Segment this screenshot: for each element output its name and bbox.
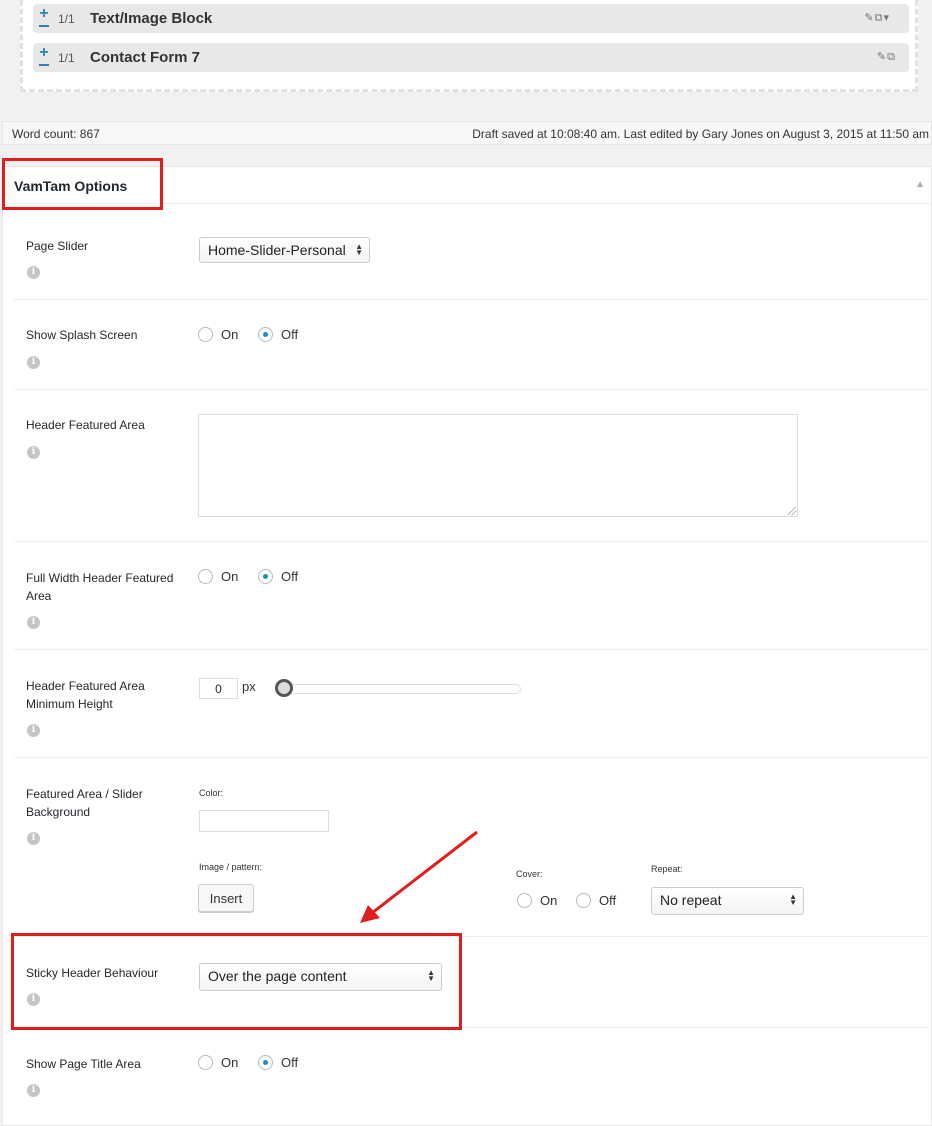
builder-block-text-image[interactable]: + 1/1 Text/Image Block ✎⧉▾ <box>33 4 909 33</box>
highlight-box-panel-title <box>2 158 163 210</box>
annotation-arrow-icon <box>360 830 478 923</box>
select-value: No repeat <box>660 892 722 908</box>
cover-off-radio[interactable] <box>576 893 591 908</box>
word-count-bar: Word count: 867 Draft saved at 10:08:40 … <box>2 121 932 145</box>
option-label: Show Splash Screen <box>26 328 138 342</box>
repeat-select[interactable]: No repeat ▲ ▼ <box>651 887 804 915</box>
block-action-icons[interactable]: ✎⧉▾ <box>864 11 890 25</box>
block-action-icons[interactable]: ✎⧉ <box>877 50 896 64</box>
highlight-box-sticky-header <box>11 933 462 1030</box>
unit-label: px <box>242 679 256 694</box>
info-icon[interactable]: i <box>27 266 40 279</box>
option-label: Featured Area / Slider Background <box>26 787 143 819</box>
cover-on-radio[interactable] <box>517 893 532 908</box>
block-title: Contact Form 7 <box>90 49 201 66</box>
expand-plus-icon[interactable]: + <box>38 6 50 29</box>
header-featured-area-textarea[interactable] <box>198 414 798 517</box>
builder-container: + 1/1 Text/Image Block ✎⧉▾ + 1/1 Contact… <box>20 0 918 92</box>
min-height-input[interactable]: 0 <box>199 678 238 699</box>
option-label: Page Slider <box>26 239 89 253</box>
insert-button[interactable]: Insert <box>198 884 254 912</box>
radio-label-on[interactable]: On <box>221 327 238 342</box>
option-row-min-height: Header Featured Area Minimum Height i 0 … <box>14 650 928 758</box>
color-label: Color: <box>199 788 224 798</box>
radio-label-on[interactable]: On <box>221 1055 238 1070</box>
image-pattern-label: Image / pattern: <box>199 862 263 872</box>
repeat-label: Repeat: <box>651 864 683 874</box>
info-icon[interactable]: i <box>27 832 40 845</box>
collapse-arrow-icon[interactable]: ▲ <box>915 179 925 190</box>
info-icon[interactable]: i <box>27 1084 40 1097</box>
block-title: Text/Image Block <box>90 10 213 27</box>
radio-label-off[interactable]: Off <box>599 893 616 908</box>
page-title-off-radio[interactable] <box>258 1055 273 1070</box>
option-row-splash-screen: Show Splash Screen i On Off <box>14 300 928 390</box>
select-arrows-icon: ▲ ▼ <box>355 242 363 257</box>
radio-label-on[interactable]: On <box>540 893 557 908</box>
cover-label: Cover: <box>516 869 543 879</box>
option-label: Header Featured Area <box>26 418 145 432</box>
radio-label-off[interactable]: Off <box>281 1055 298 1070</box>
word-count: Word count: 867 <box>12 127 100 141</box>
draft-status: Draft saved at 10:08:40 am. Last edited … <box>472 127 929 141</box>
block-width-fraction[interactable]: 1/1 <box>58 12 75 26</box>
expand-plus-icon[interactable]: + <box>38 45 50 68</box>
radio-label-off[interactable]: Off <box>281 569 298 584</box>
option-label: Full Width Header Featured Area <box>26 571 174 603</box>
info-icon[interactable]: i <box>27 724 40 737</box>
option-row-page-title-area: Show Page Title Area i On Off <box>14 1028 928 1118</box>
resize-grip-icon[interactable] <box>788 507 796 515</box>
info-icon[interactable]: i <box>27 446 40 459</box>
splash-off-radio[interactable] <box>258 327 273 342</box>
radio-label-on[interactable]: On <box>221 569 238 584</box>
min-height-slider[interactable] <box>280 684 521 694</box>
radio-label-off[interactable]: Off <box>281 327 298 342</box>
block-width-fraction[interactable]: 1/1 <box>58 51 75 65</box>
select-arrows-icon: ▲ ▼ <box>789 892 797 907</box>
full-width-off-radio[interactable] <box>258 569 273 584</box>
option-label: Header Featured Area Minimum Height <box>26 679 145 711</box>
builder-block-contact-form[interactable]: + 1/1 Contact Form 7 ✎⧉ <box>33 43 909 72</box>
option-label: Show Page Title Area <box>26 1057 141 1071</box>
full-width-on-radio[interactable] <box>198 569 213 584</box>
info-icon[interactable]: i <box>27 616 40 629</box>
page-title-on-radio[interactable] <box>198 1055 213 1070</box>
option-row-header-featured-area: Header Featured Area i <box>14 390 928 542</box>
option-row-full-width-header: Full Width Header Featured Area i On Off <box>14 542 928 650</box>
color-input[interactable] <box>199 810 329 832</box>
splash-on-radio[interactable] <box>198 327 213 342</box>
select-value: Home-Slider-Personal <box>208 242 346 258</box>
slider-handle[interactable] <box>275 679 293 697</box>
page-builder-area: + 1/1 Text/Image Block ✎⧉▾ + 1/1 Contact… <box>0 0 932 102</box>
info-icon[interactable]: i <box>27 356 40 369</box>
page-slider-select[interactable]: Home-Slider-Personal ▲ ▼ <box>199 237 370 263</box>
option-row-page-slider: Page Slider i Home-Slider-Personal ▲ ▼ <box>14 204 928 300</box>
